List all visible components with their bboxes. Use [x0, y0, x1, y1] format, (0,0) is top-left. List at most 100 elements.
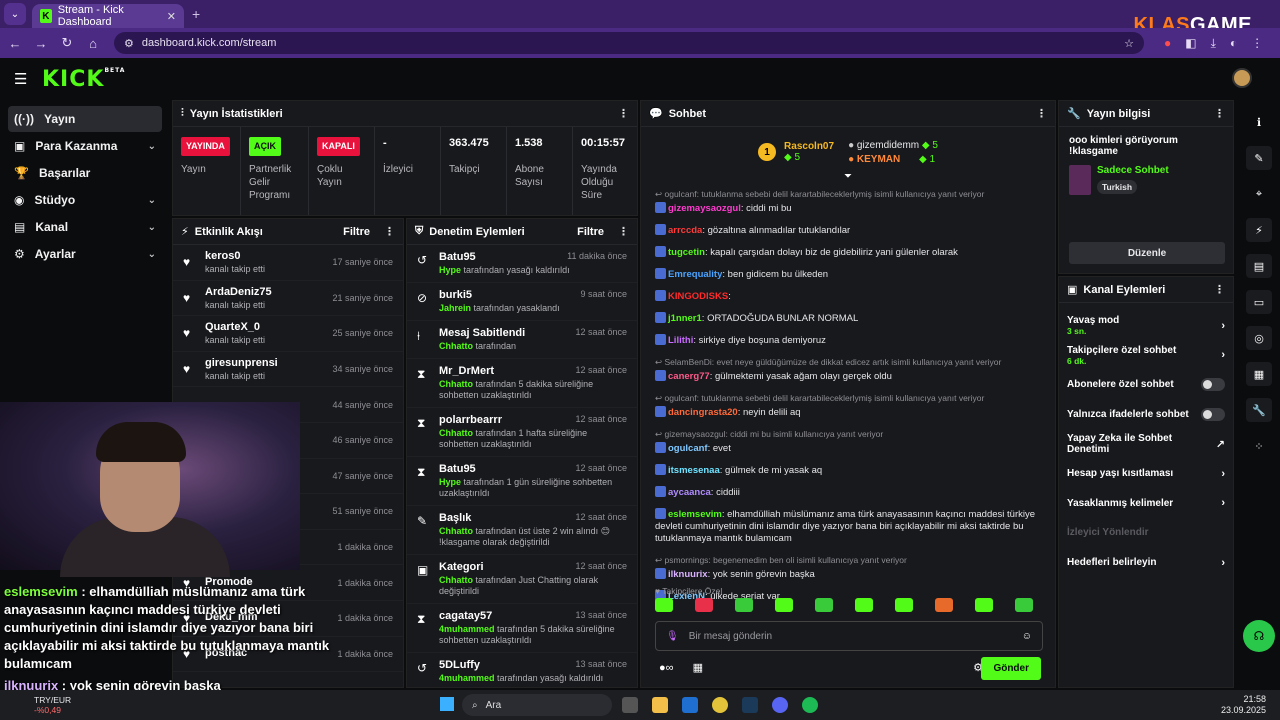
chat-username[interactable]: tugcetin: [668, 247, 705, 258]
filter-button[interactable]: Filtre: [343, 226, 370, 238]
address-bar[interactable]: ⚙ dashboard.kick.com/stream ☆: [114, 32, 1144, 54]
emote-icon[interactable]: [815, 598, 833, 612]
browser-tab[interactable]: K Stream - Kick Dashboard ✕: [32, 4, 184, 28]
more-options-icon[interactable]: ⋮: [1214, 283, 1225, 296]
external-link-icon: ↗: [1215, 438, 1225, 451]
chat-username[interactable]: arrccda: [668, 225, 702, 236]
layout-icon[interactable]: ▦: [1246, 362, 1272, 386]
emote-icon[interactable]: [975, 598, 993, 612]
chat-username[interactable]: j1nner1: [668, 313, 702, 324]
category-name[interactable]: Sadece Sohbet: [1097, 165, 1169, 176]
tab-search-button[interactable]: ⌄: [4, 3, 26, 25]
chat-username[interactable]: ilknuurix: [668, 569, 708, 580]
emote-icon[interactable]: [735, 598, 753, 612]
emote-icon[interactable]: [1015, 598, 1033, 612]
file-explorer-icon[interactable]: [652, 697, 668, 713]
taskbar-search[interactable]: ⌕ Ara: [462, 694, 612, 716]
chrome-icon[interactable]: [712, 697, 728, 713]
pinned-toggle-icon[interactable]: ⏷: [641, 171, 1055, 182]
browser-menu-icon[interactable]: ⋮: [1251, 36, 1263, 51]
reload-icon[interactable]: ↻: [56, 35, 78, 51]
more-options-icon[interactable]: ⋮: [1036, 107, 1047, 120]
more-options-icon[interactable]: ⋮: [618, 225, 629, 238]
bolt-icon[interactable]: ⚡: [1246, 218, 1272, 242]
support-headset-icon[interactable]: ☊: [1243, 620, 1275, 652]
more-options-icon[interactable]: ⋮: [384, 225, 395, 238]
info-icon[interactable]: ℹ: [1246, 110, 1272, 134]
emote-icon[interactable]: [775, 598, 793, 612]
home-icon[interactable]: ⌂: [82, 36, 104, 51]
chat-username[interactable]: canerg77: [668, 371, 710, 382]
chat-username[interactable]: KINGODISKS: [668, 291, 728, 302]
chat-input[interactable]: 🎙 Bir mesaj gönderin ☺: [655, 621, 1043, 651]
document-icon[interactable]: ▤: [1246, 254, 1272, 278]
discord-icon[interactable]: [772, 697, 788, 713]
new-tab-button[interactable]: +: [192, 6, 200, 22]
more-options-icon[interactable]: ⋮: [1214, 107, 1225, 120]
close-tab-icon[interactable]: ✕: [167, 10, 176, 23]
emote-icon[interactable]: [655, 598, 673, 612]
extension-icon[interactable]: ●: [1164, 36, 1171, 51]
forward-icon[interactable]: →: [30, 36, 52, 51]
kick-logo[interactable]: KICKBETA: [42, 67, 125, 92]
sidebar-item-monetization[interactable]: ▣ Para Kazanma ⌄: [8, 133, 162, 159]
channel-action-row[interactable]: Takipçilere özel sohbet 6 dk. ›: [1059, 341, 1233, 371]
menu-hamburger-icon[interactable]: ☰: [14, 70, 28, 88]
toggle-switch[interactable]: [1201, 408, 1225, 422]
chat-message: ↩ SelamBenDi: evet neye güldüğümüze de d…: [655, 356, 1041, 383]
emote-icon[interactable]: [855, 598, 873, 612]
back-icon[interactable]: ←: [4, 36, 26, 51]
sidebar-item-achievements[interactable]: 🏆 Başarılar: [8, 160, 162, 186]
emote-icon[interactable]: [935, 598, 953, 612]
infinity-icon[interactable]: ●∞: [659, 662, 674, 674]
ticker-widget[interactable]: TRY/EUR -%0,49: [34, 695, 71, 715]
channel-action-row[interactable]: Abonelere özel sohbet: [1059, 370, 1233, 400]
send-button[interactable]: Gönder: [981, 657, 1041, 680]
emoji-icon[interactable]: ☺: [1022, 631, 1032, 642]
channel-action-row[interactable]: Yavaş mod 3 sn. ›: [1059, 311, 1233, 341]
toggle-switch[interactable]: [1201, 378, 1225, 392]
edit-button[interactable]: Düzenle: [1069, 242, 1225, 264]
sidebar-item-channel[interactable]: ▤ Kanal ⌄: [8, 214, 162, 240]
profile-avatar-icon[interactable]: ◐: [1230, 36, 1237, 51]
more-options-icon[interactable]: ⋮: [618, 107, 629, 120]
emote-icon[interactable]: [895, 598, 913, 612]
emote-icon[interactable]: [695, 598, 713, 612]
chat-username[interactable]: dancingrasta20: [668, 407, 738, 418]
sidebar-item-stream[interactable]: ((·)) Yayın: [8, 106, 162, 132]
chat-username[interactable]: gizemaysaozgul: [668, 203, 741, 214]
scan-icon[interactable]: ⌖: [1246, 182, 1272, 206]
channel-action-row[interactable]: Hesap yaşı kısıtlaması ›: [1059, 459, 1233, 489]
channel-action-row[interactable]: Hedefleri belirleyin ›: [1059, 548, 1233, 578]
dots-icon[interactable]: ⁘: [1246, 434, 1272, 458]
spotify-icon[interactable]: [802, 697, 818, 713]
chat-username[interactable]: ogulcanf: [668, 443, 708, 454]
chat-bubble-icon[interactable]: ▭: [1246, 290, 1272, 314]
extensions-puzzle-icon[interactable]: ◧: [1185, 36, 1196, 51]
user-avatar[interactable]: [1232, 68, 1252, 88]
channel-action-row[interactable]: Yasaklanmış kelimeler ›: [1059, 489, 1233, 519]
system-tray-clock[interactable]: 21:58 23.09.2025: [1221, 694, 1266, 716]
pencil-icon[interactable]: ✎: [1246, 146, 1272, 170]
bookmark-star-icon[interactable]: ☆: [1124, 37, 1134, 50]
chat-username[interactable]: eslemsevim: [668, 509, 722, 520]
chat-username[interactable]: Lilithi: [668, 335, 693, 346]
wrench-icon[interactable]: 🔧: [1246, 398, 1272, 422]
steam-icon[interactable]: [742, 697, 758, 713]
outlook-icon[interactable]: [682, 697, 698, 713]
sidebar-item-studio[interactable]: ◉ Stüdyo ⌄: [8, 187, 162, 213]
chat-username[interactable]: aycaanca: [668, 487, 711, 498]
chat-username[interactable]: itsmesenaa: [668, 465, 720, 476]
store-icon[interactable]: ▦: [693, 662, 703, 674]
site-info-icon[interactable]: ⚙: [124, 37, 134, 50]
channel-action-row[interactable]: Yapay Zeka ile Sohbet Denetimi ↗: [1059, 429, 1233, 459]
broadcast-icon[interactable]: ◎: [1246, 326, 1272, 350]
download-icon[interactable]: ⤓: [1211, 36, 1216, 51]
channel-action-row[interactable]: Yalnızca ifadelerle sohbet: [1059, 400, 1233, 430]
windows-start-icon[interactable]: [440, 697, 454, 711]
task-view-icon[interactable]: [622, 697, 638, 713]
mic-icon[interactable]: 🎙: [666, 631, 679, 642]
filter-button[interactable]: Filtre: [577, 226, 604, 238]
sidebar-item-settings[interactable]: ⚙ Ayarlar ⌄: [8, 241, 162, 267]
chat-username[interactable]: Emrequality: [668, 269, 722, 280]
